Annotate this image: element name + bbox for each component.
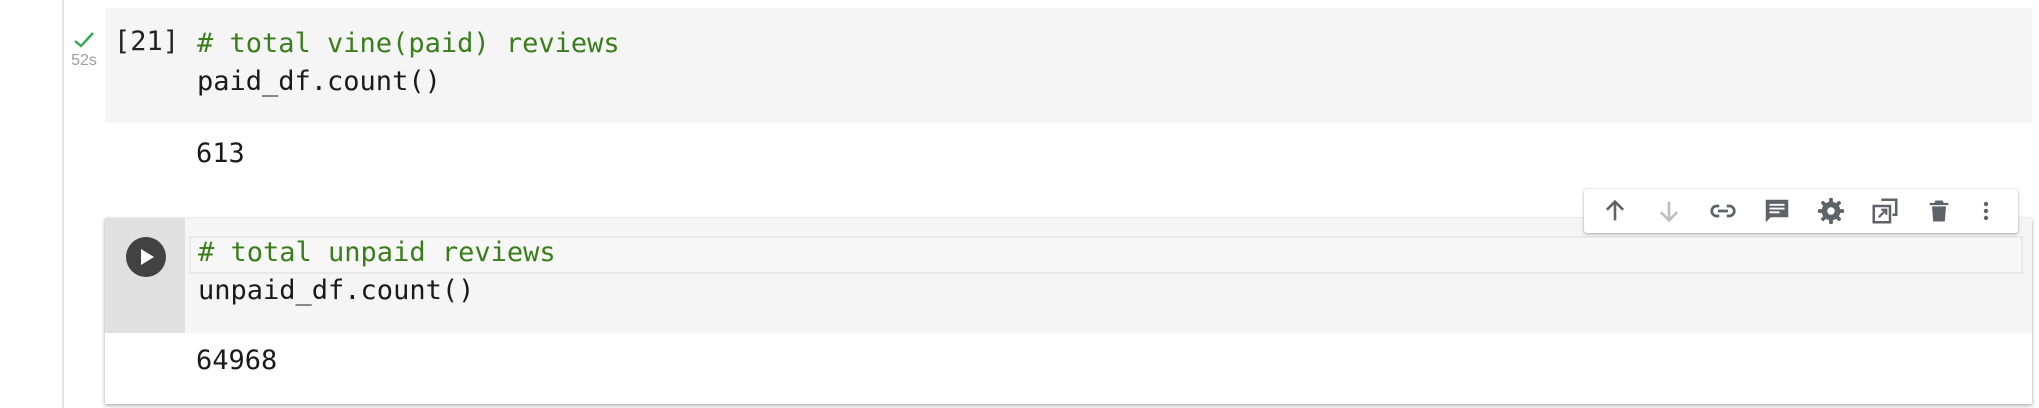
- add-comment-button[interactable]: [1750, 189, 1804, 233]
- delete-cell-button[interactable]: [1912, 189, 1966, 233]
- move-cell-up-button[interactable]: [1588, 189, 1642, 233]
- mirror-cell-button[interactable]: [1858, 189, 1912, 233]
- check-icon: [74, 32, 94, 48]
- cell-status: 52s: [66, 30, 102, 70]
- comment-icon: [1765, 199, 1789, 223]
- more-vert-icon: [1983, 201, 1989, 221]
- cell-gutter: [105, 218, 185, 333]
- link-icon: [1710, 204, 1736, 218]
- cell-toolbar: [1584, 189, 2018, 233]
- code-cell-executed[interactable]: 52s [21] # total vine(paid) reviews paid…: [0, 0, 2039, 190]
- more-options-button[interactable]: [1966, 189, 2006, 233]
- code-line[interactable]: paid_df.count(): [197, 64, 441, 100]
- copy-link-button[interactable]: [1696, 189, 1750, 233]
- code-line[interactable]: unpaid_df.count(): [198, 273, 474, 309]
- gear-icon: [1817, 197, 1845, 225]
- trash-icon: [1929, 200, 1949, 222]
- arrow-up-icon: [1605, 199, 1625, 221]
- cell-output: 64968: [196, 345, 278, 376]
- cell-settings-button[interactable]: [1804, 189, 1858, 233]
- code-line-comment[interactable]: # total unpaid reviews: [198, 235, 556, 271]
- mirror-cell-icon: [1872, 198, 1898, 224]
- execution-count: [21]: [114, 26, 180, 57]
- arrow-down-icon: [1659, 201, 1679, 223]
- play-icon: [141, 249, 154, 265]
- code-cell-focused[interactable]: # total unpaid reviews unpaid_df.count()…: [105, 218, 2032, 404]
- cell-output: 613: [196, 138, 245, 169]
- notebook-page: 52s [21] # total vine(paid) reviews paid…: [0, 0, 2039, 408]
- run-cell-button[interactable]: [126, 237, 166, 277]
- move-cell-down-button[interactable]: [1642, 189, 1696, 233]
- code-line-comment[interactable]: # total vine(paid) reviews: [197, 26, 620, 62]
- execution-time: 52s: [71, 52, 97, 69]
